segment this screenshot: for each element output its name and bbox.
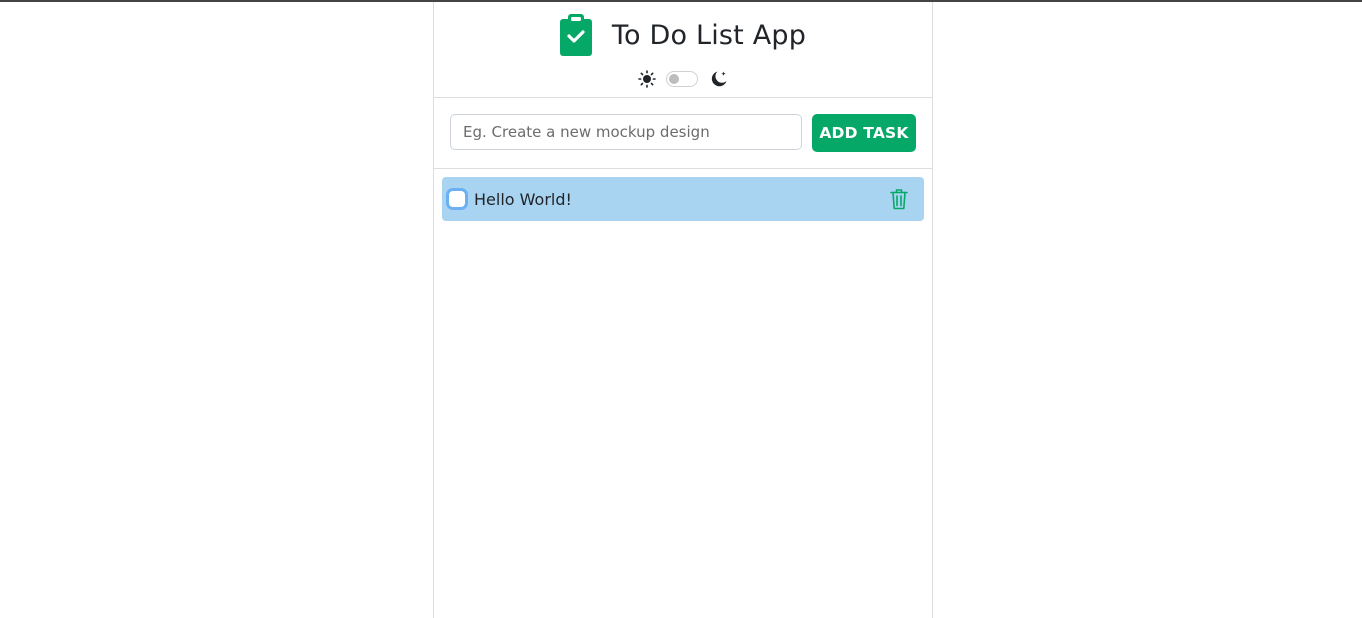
title-row: To Do List App — [434, 14, 932, 56]
page-title: To Do List App — [611, 19, 807, 51]
toggle-knob — [669, 74, 679, 84]
task-list: Hello World! — [434, 169, 932, 221]
trash-icon[interactable] — [890, 188, 908, 210]
sun-icon — [638, 70, 656, 88]
todo-app-container: To Do List App Eg. Create a new mockup d… — [433, 2, 933, 618]
add-task-button[interactable]: ADD TASK — [812, 114, 916, 152]
clipboard-check-icon — [559, 14, 592, 56]
task-text: Hello World! — [474, 189, 572, 209]
app-header: To Do List App — [434, 2, 932, 98]
theme-switcher — [434, 69, 932, 89]
dark-mode-toggle[interactable] — [666, 71, 698, 87]
add-task-form: ADD TASK — [434, 98, 932, 169]
task-input[interactable] — [450, 114, 802, 150]
moon-icon — [711, 71, 727, 87]
task-item: Hello World! — [442, 177, 924, 221]
task-checkbox[interactable] — [449, 191, 465, 207]
